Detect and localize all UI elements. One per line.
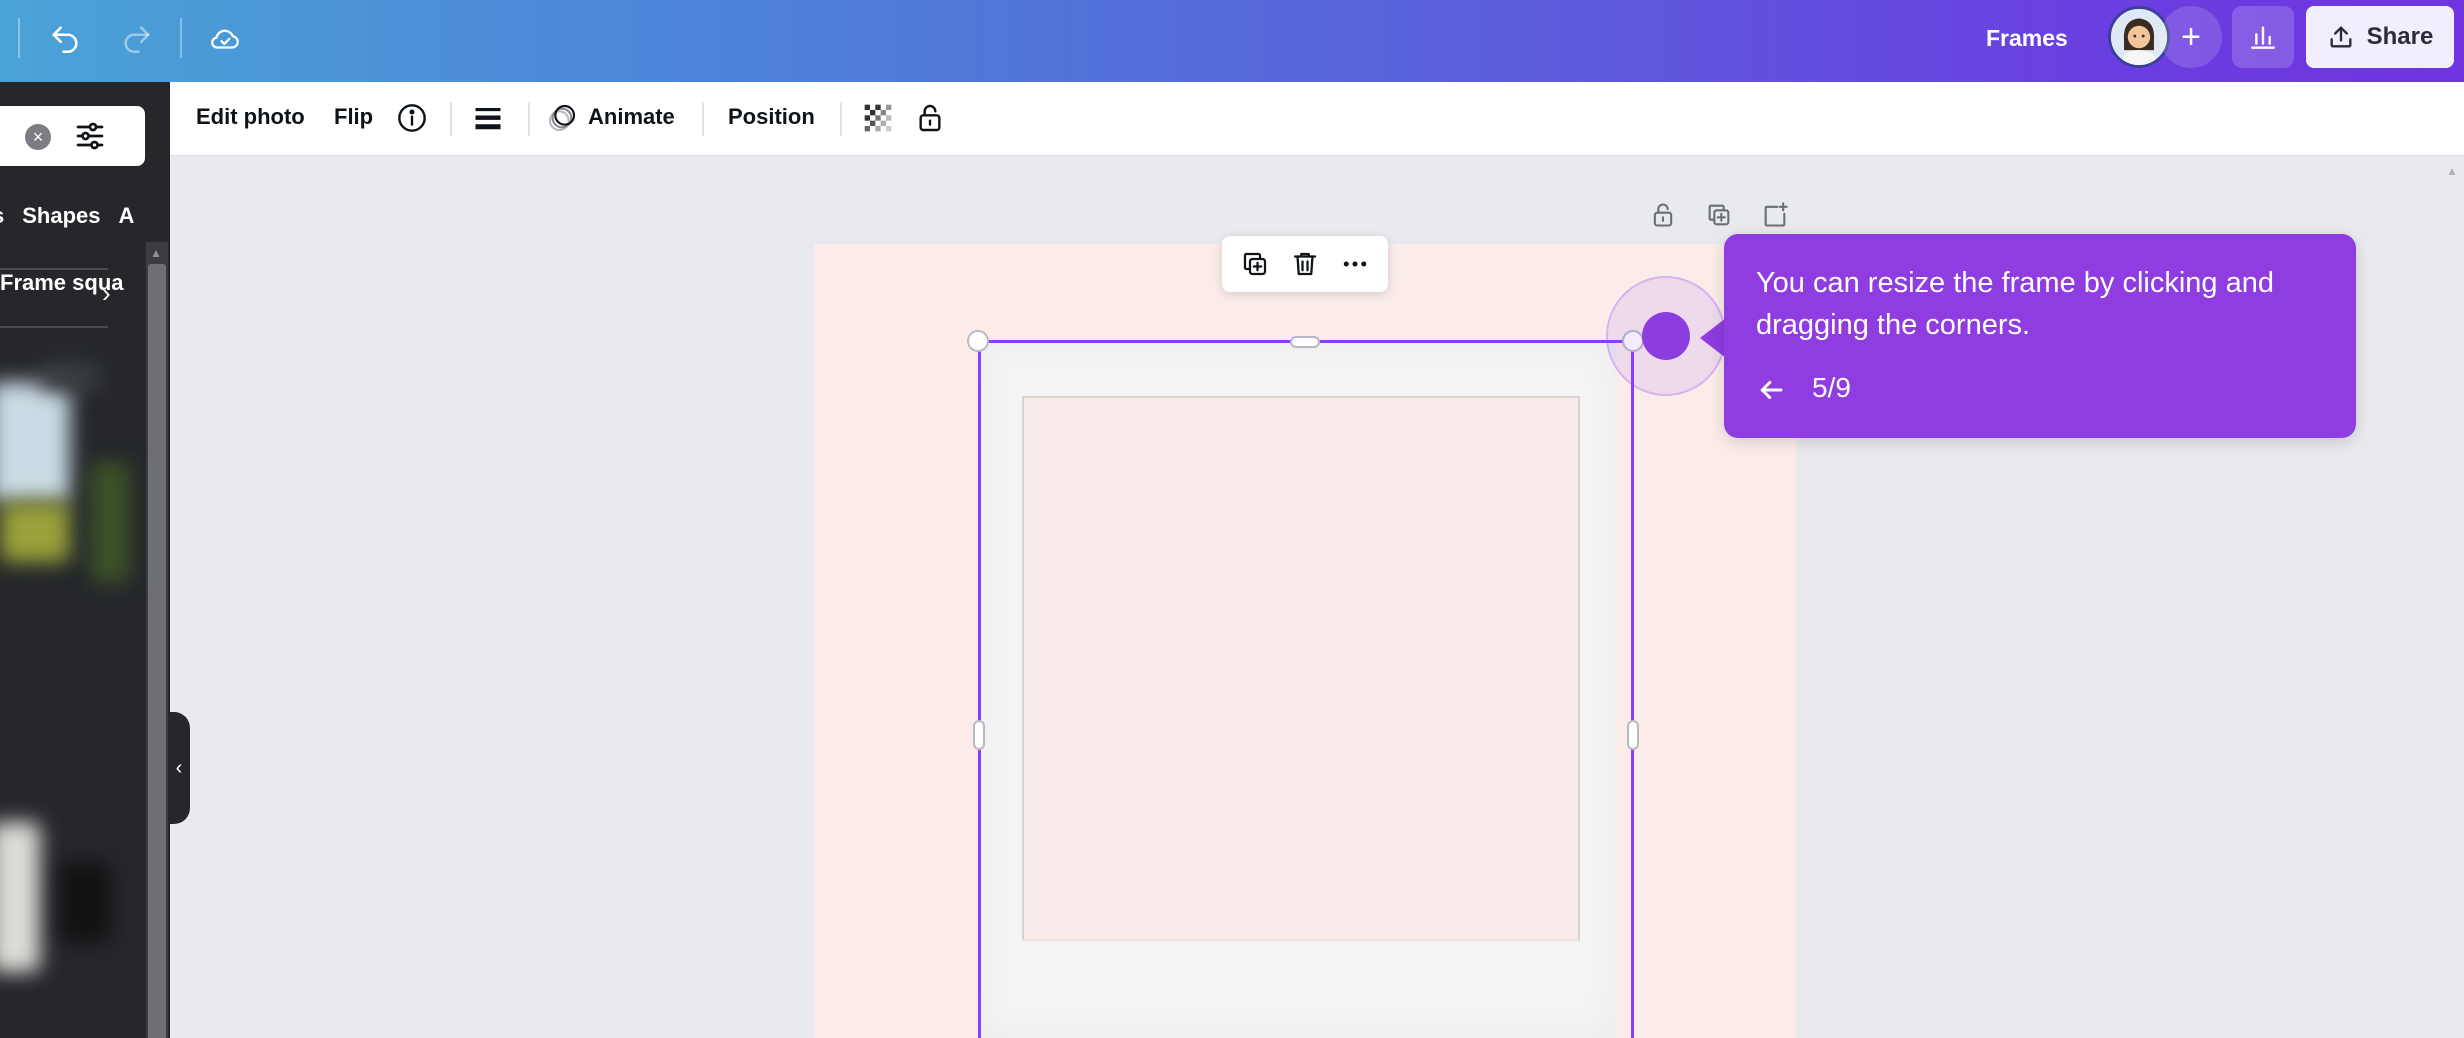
thumbnail[interactable] bbox=[40, 362, 100, 392]
design-title[interactable]: Frames bbox=[1986, 25, 2068, 52]
left-side-panel: × s Shapes A Frame squa › ▲ bbox=[0, 82, 170, 1038]
selection-box bbox=[978, 340, 1634, 1038]
upload-icon bbox=[2330, 26, 2352, 48]
duplicate-page-icon[interactable] bbox=[1702, 198, 1736, 232]
lock-icon[interactable] bbox=[912, 100, 948, 136]
transparency-icon[interactable] bbox=[860, 100, 896, 136]
delete-icon[interactable] bbox=[1285, 244, 1325, 284]
tooltip-arrow bbox=[1700, 318, 1726, 358]
position-button[interactable]: Position bbox=[728, 104, 815, 130]
panel-tabs: s Shapes A bbox=[0, 194, 134, 238]
undo-icon[interactable] bbox=[42, 16, 88, 62]
duplicate-icon[interactable] bbox=[1235, 244, 1275, 284]
animate-icon[interactable] bbox=[544, 100, 580, 136]
resize-handle-right[interactable] bbox=[1627, 720, 1639, 750]
border-style-icon[interactable] bbox=[470, 100, 506, 136]
collapse-panel-button[interactable]: ‹ bbox=[168, 712, 190, 824]
insights-button[interactable] bbox=[2232, 6, 2294, 68]
context-toolbar: Edit photo Flip Animate Position bbox=[170, 82, 2464, 156]
top-bar: Frames + Share bbox=[0, 0, 2464, 82]
more-options-icon[interactable] bbox=[1335, 244, 1375, 284]
divider bbox=[180, 18, 182, 58]
tab-shapes[interactable]: Shapes bbox=[22, 203, 100, 229]
share-label: Share bbox=[2366, 23, 2434, 50]
divider bbox=[450, 102, 452, 136]
add-page-icon[interactable] bbox=[1758, 198, 1792, 232]
tooltip-message: You can resize the frame by clicking and… bbox=[1756, 267, 2274, 341]
clear-search-icon[interactable]: × bbox=[25, 124, 51, 150]
element-floating-toolbar bbox=[1222, 236, 1388, 292]
edit-photo-button[interactable]: Edit photo bbox=[196, 104, 305, 130]
tab-more[interactable]: A bbox=[119, 203, 135, 229]
resize-handle-top[interactable] bbox=[1290, 336, 1320, 348]
thumbnail[interactable] bbox=[0, 822, 40, 972]
thumbnail[interactable] bbox=[0, 502, 70, 562]
info-icon[interactable] bbox=[394, 100, 430, 136]
divider bbox=[18, 18, 20, 58]
panel-scrollbar[interactable] bbox=[146, 242, 168, 1038]
cloud-saved-icon[interactable] bbox=[202, 16, 248, 62]
divider bbox=[528, 102, 530, 136]
add-collaborator-button[interactable]: + bbox=[2160, 6, 2222, 68]
canvas-scroll-up-icon[interactable]: ▲ bbox=[2446, 164, 2458, 178]
divider bbox=[840, 102, 842, 136]
divider bbox=[0, 326, 108, 328]
back-arrow-icon[interactable] bbox=[1756, 372, 1792, 408]
onboarding-tooltip: You can resize the frame by clicking and… bbox=[1724, 234, 2356, 438]
thumbnail[interactable] bbox=[60, 862, 110, 942]
flip-button[interactable]: Flip bbox=[334, 104, 373, 130]
tooltip-step-counter: 5/9 bbox=[1812, 372, 1851, 403]
animate-button[interactable]: Animate bbox=[588, 104, 675, 130]
share-button[interactable]: Share bbox=[2306, 6, 2454, 68]
scroll-up-icon[interactable]: ▲ bbox=[150, 246, 162, 260]
lock-page-icon[interactable] bbox=[1646, 198, 1680, 232]
thumbnail[interactable] bbox=[0, 382, 70, 502]
filter-icon[interactable] bbox=[72, 118, 108, 154]
scroll-thumb[interactable] bbox=[148, 264, 166, 1038]
resize-handle-top-left[interactable] bbox=[967, 330, 989, 352]
bar-chart-icon bbox=[2251, 26, 2275, 49]
chevron-right-icon[interactable]: › bbox=[102, 278, 111, 309]
thumbnail[interactable] bbox=[90, 462, 130, 582]
divider bbox=[702, 102, 704, 136]
redo-icon[interactable] bbox=[114, 16, 160, 62]
search-input[interactable]: × bbox=[0, 106, 145, 166]
hotspot-dot[interactable] bbox=[1642, 312, 1690, 360]
tab-elements[interactable]: s bbox=[0, 203, 4, 229]
resize-handle-left[interactable] bbox=[973, 720, 985, 750]
